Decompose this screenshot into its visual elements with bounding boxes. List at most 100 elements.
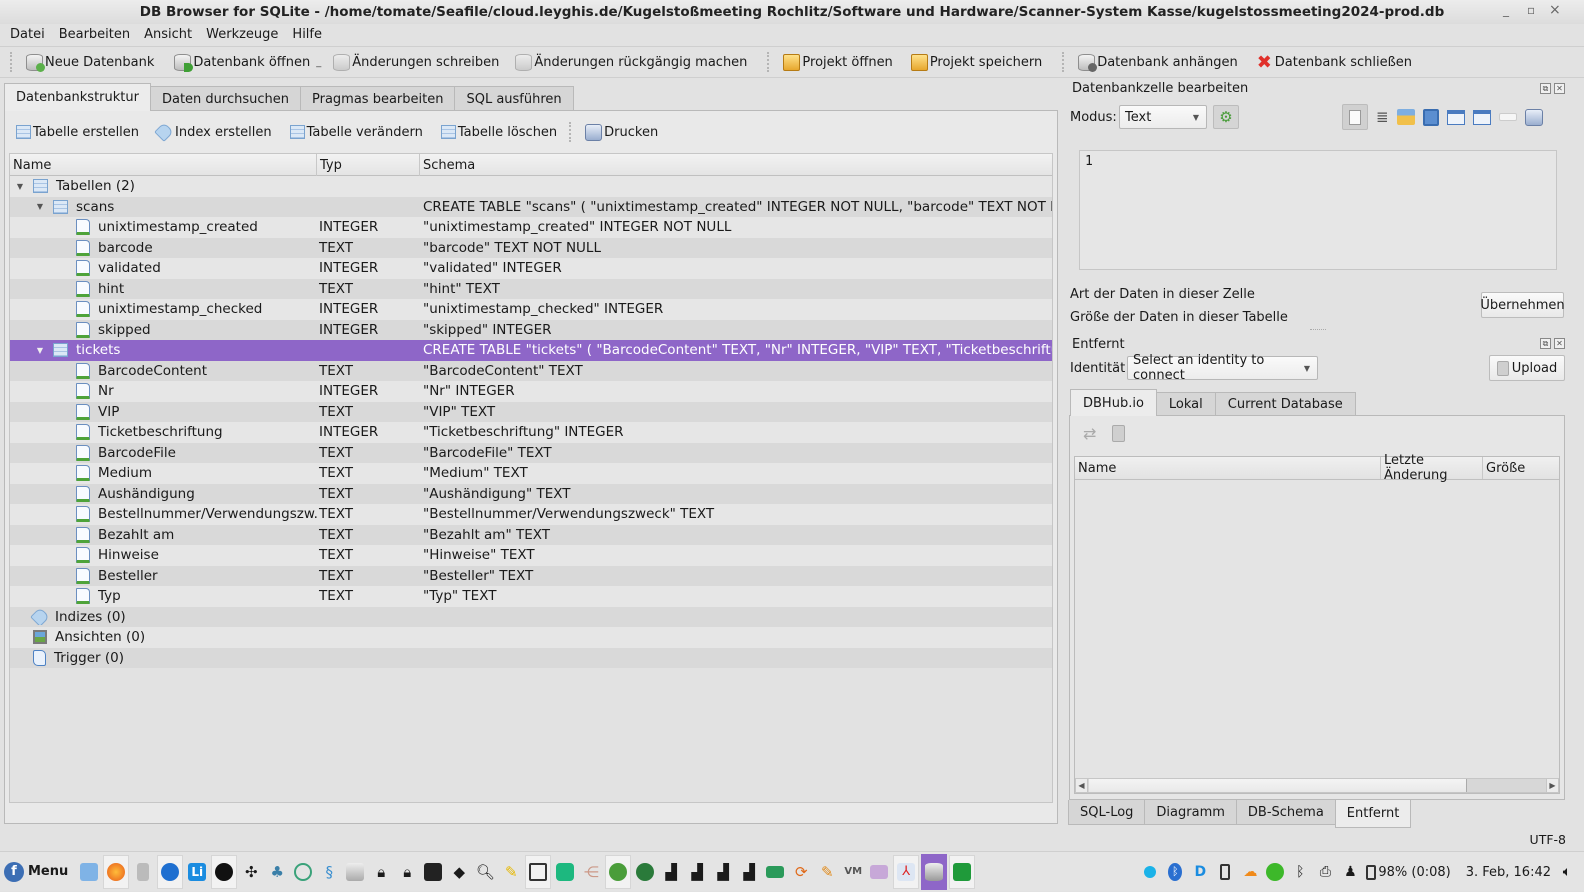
- tab-local[interactable]: Lokal: [1155, 392, 1216, 416]
- identity-select[interactable]: Select an identity to connect ▼: [1127, 353, 1318, 383]
- tree-row-field[interactable]: unixtimestamp_checked INTEGER "unixtimesta…: [10, 299, 1052, 320]
- db-structure-tree[interactable]: Name Typ Schema ▼ Tabellen (2) ▼ scans CREAT…: [9, 153, 1053, 803]
- save-project-button[interactable]: Projekt speichern: [905, 49, 1048, 75]
- d-app-icon[interactable]: D: [1191, 863, 1209, 881]
- open-database-dropdown-icon[interactable]: _: [316, 57, 321, 68]
- tab-browse-data[interactable]: Daten durchsuchen: [149, 86, 301, 111]
- thunderbird-icon[interactable]: [157, 854, 184, 889]
- maximize-button[interactable]: ▫: [1527, 3, 1535, 17]
- chat-icon[interactable]: [1266, 863, 1285, 881]
- signal-icon[interactable]: ▟: [737, 860, 761, 884]
- close-dock-icon[interactable]: ✕: [1554, 83, 1565, 94]
- tree-row-field[interactable]: barcode TEXT "barcode" TEXT NOT NULL: [10, 237, 1052, 258]
- inkscape-icon[interactable]: ◆: [447, 860, 471, 884]
- auto-format-button[interactable]: ⚙: [1213, 105, 1239, 129]
- scroll-right-arrow-icon[interactable]: ▶: [1546, 779, 1558, 792]
- tree-row-field[interactable]: Bezahlt am TEXT "Bezahlt am" TEXT: [10, 524, 1052, 545]
- terminal-icon[interactable]: [421, 860, 445, 884]
- spreadsheet-icon[interactable]: [949, 854, 976, 889]
- cell-value-editor[interactable]: 1: [1079, 150, 1557, 270]
- tree-row-field[interactable]: skipped INTEGER "skipped" INTEGER: [10, 319, 1052, 340]
- upload-button[interactable]: Upload: [1489, 355, 1565, 381]
- signal-icon[interactable]: ▟: [685, 860, 709, 884]
- close-window-button[interactable]: ×: [1549, 2, 1561, 18]
- printer-tray-icon[interactable]: ⎙: [1316, 863, 1334, 881]
- close-database-button[interactable]: ✖ Datenbank schließen: [1250, 49, 1418, 75]
- vpn-app-icon[interactable]: [291, 860, 315, 884]
- remote-horizontal-scrollbar[interactable]: ◀ ▶: [1075, 778, 1559, 793]
- search-tool-icon[interactable]: 🔍︎: [473, 860, 497, 884]
- set-null-icon[interactable]: [1498, 113, 1517, 121]
- mail-app-icon[interactable]: [211, 854, 238, 889]
- scroll-left-arrow-icon[interactable]: ◀: [1076, 779, 1088, 792]
- print-cell-icon[interactable]: [1524, 108, 1543, 126]
- indent-icon[interactable]: ≣: [1376, 108, 1389, 126]
- tree-row-group[interactable]: Indizes (0): [10, 606, 1052, 627]
- refresh-icon[interactable]: ⇄: [1083, 424, 1096, 443]
- bluetooth-icon[interactable]: ᛒ: [1291, 863, 1309, 881]
- volume-icon[interactable]: 🔈︎: [1558, 863, 1576, 881]
- notification-icon[interactable]: ♟: [1341, 863, 1359, 881]
- menu-datei[interactable]: Datei: [10, 27, 45, 42]
- word-wrap-button[interactable]: [1342, 104, 1368, 130]
- modify-table-button[interactable]: Tabelle verändern: [284, 119, 429, 145]
- tree-row-field[interactable]: unixtimestamp_created INTEGER "unixtimesta…: [10, 217, 1052, 238]
- tab-diagram[interactable]: Diagramm: [1144, 800, 1237, 825]
- tab-edit-pragmas[interactable]: Pragmas bearbeiten: [300, 86, 456, 111]
- expand-arrow-icon[interactable]: ▼: [35, 346, 45, 355]
- column-header-name[interactable]: Name: [1075, 457, 1381, 479]
- db-browser-task-icon[interactable]: [921, 853, 948, 890]
- create-index-button[interactable]: Index erstellen: [151, 119, 278, 145]
- notes-icon[interactable]: ✎: [815, 860, 839, 884]
- card-key-icon[interactable]: [763, 860, 787, 884]
- print-button[interactable]: Drucken: [579, 119, 664, 145]
- new-database-button[interactable]: Neue Datenbank: [20, 49, 160, 75]
- tree-row-group[interactable]: Ansichten (0): [10, 627, 1052, 648]
- pdf-viewer-icon[interactable]: ⅄: [893, 854, 920, 889]
- open-in-external-icon[interactable]: [1446, 109, 1465, 125]
- create-table-button[interactable]: Tabelle erstellen: [10, 119, 145, 145]
- tree-row-field[interactable]: Medium TEXT "Medium" TEXT: [10, 463, 1052, 484]
- keepass-icon[interactable]: [605, 854, 632, 889]
- minimize-button[interactable]: _: [1503, 3, 1509, 17]
- seafile-icon[interactable]: ☁: [1241, 863, 1259, 881]
- tab-database-structure[interactable]: Datenbankstruktur: [4, 83, 151, 111]
- tree-row-field[interactable]: Nr INTEGER "Nr" INTEGER: [10, 381, 1052, 402]
- delete-table-button[interactable]: Tabelle löschen: [435, 119, 563, 145]
- menu-bearbeiten[interactable]: Bearbeiten: [59, 27, 130, 42]
- tree-row-field[interactable]: Bestellnummer/Verwendungszw... TEXT "Beste…: [10, 504, 1052, 525]
- libreoffice-icon[interactable]: Li: [185, 860, 209, 884]
- column-header-type[interactable]: Typ: [317, 154, 420, 176]
- import-from-file-icon[interactable]: [1396, 109, 1415, 125]
- mode-select[interactable]: Text ▼: [1119, 105, 1207, 129]
- remote-file-list[interactable]: Name Letzte Änderung Größe ◀ ▶: [1074, 453, 1560, 794]
- float-dock-icon[interactable]: ⧉: [1540, 338, 1551, 349]
- calculator-icon[interactable]: [131, 860, 155, 884]
- menu-hilfe[interactable]: Hilfe: [292, 27, 322, 42]
- tree-row-field[interactable]: Besteller TEXT "Besteller" TEXT: [10, 565, 1052, 586]
- menu-ansicht[interactable]: Ansicht: [144, 27, 192, 42]
- float-dock-icon[interactable]: ⧉: [1540, 83, 1551, 94]
- write-changes-button[interactable]: Änderungen schreiben: [327, 49, 505, 75]
- network-tree-icon[interactable]: ⋲: [579, 860, 603, 884]
- globe-icon[interactable]: [633, 860, 657, 884]
- export-to-file-icon[interactable]: [1422, 108, 1439, 126]
- attach-database-button[interactable]: Datenbank anhängen: [1072, 49, 1244, 75]
- text-editor-icon[interactable]: ✎: [499, 860, 523, 884]
- tree-row-group[interactable]: ▼ Tabellen (2): [10, 176, 1052, 197]
- files-icon[interactable]: [77, 860, 101, 884]
- scrollbar-thumb[interactable]: [1089, 779, 1467, 792]
- open-project-button[interactable]: Projekt öffnen: [777, 49, 898, 75]
- tab-current-database[interactable]: Current Database: [1214, 392, 1356, 416]
- link-icon[interactable]: [1472, 109, 1491, 125]
- tab-db-schema[interactable]: DB-Schema: [1235, 800, 1336, 825]
- camera-icon[interactable]: [867, 860, 891, 884]
- tree-row-table[interactable]: ▼ scans CREATE TABLE "scans" ( "unixtimest…: [10, 196, 1052, 217]
- open-database-button[interactable]: Datenbank öffnen _: [168, 49, 327, 75]
- slack-icon[interactable]: ✣: [239, 860, 263, 884]
- tree-row-field[interactable]: BarcodeFile TEXT "BarcodeFile" TEXT: [10, 442, 1052, 463]
- tree-row-table[interactable]: ▼ tickets CREATE TABLE "tickets" ( "Barcod…: [10, 340, 1052, 361]
- tree-row-field[interactable]: Hinweise TEXT "Hinweise" TEXT: [10, 545, 1052, 566]
- tree-row-field[interactable]: Aushändigung TEXT "Aushändigung" TEXT: [10, 483, 1052, 504]
- tree-row-field[interactable]: BarcodeContent TEXT "BarcodeContent" TEXT: [10, 360, 1052, 381]
